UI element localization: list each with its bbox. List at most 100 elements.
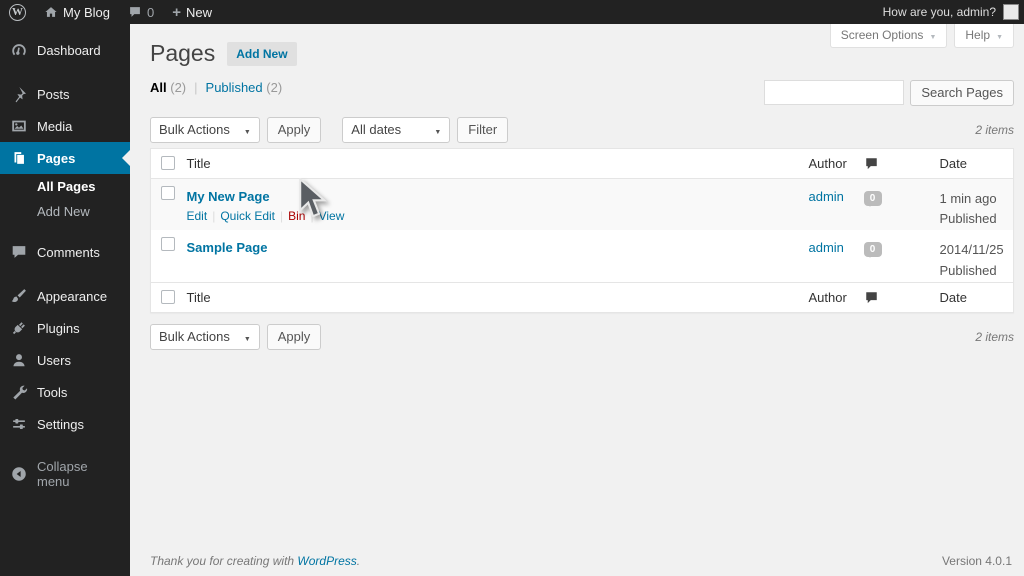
sidebar-subitem-all-pages[interactable]: All Pages [0,174,130,199]
quick-edit-link[interactable]: Quick Edit [220,209,275,223]
author-link[interactable]: admin [809,189,844,204]
column-header-author: Author [808,155,847,171]
version-label: Version 4.0.1 [941,554,1012,568]
screen-options-button[interactable]: Screen Options [829,24,948,48]
table-row: Sample Page admin 0 2014/11/25 Published [151,230,1014,282]
sidebar-item-label: Tools [37,384,68,400]
admin-bar-new[interactable]: New [163,0,221,24]
column-header-title: Title [186,155,211,171]
screen-options-label: Screen Options [840,28,924,42]
comment-bubble-icon [128,5,142,19]
plug-icon [10,319,28,337]
sidebar-item-label: Plugins [37,320,80,336]
footer-suffix: . [356,554,361,568]
items-count-bottom: 2 items [975,329,1014,344]
sidebar-item-label: Dashboard [37,42,101,58]
edit-link[interactable]: Edit [187,209,208,223]
bulk-actions-value: Bulk Actions [159,122,230,138]
admin-bar-comment-count: 0 [146,4,155,20]
help-label: Help [965,28,991,42]
sidebar-item-media[interactable]: Media [0,110,130,142]
select-all-checkbox[interactable] [161,155,175,170]
collapse-menu-button[interactable]: Collapse menu [0,452,130,496]
admin-sidebar: Dashboard Posts Media Pages All Pages Ad… [0,24,130,576]
page-title-link[interactable]: Sample Page [187,240,268,255]
row-checkbox[interactable] [161,237,175,252]
select-all-checkbox[interactable] [161,289,175,304]
admin-bar-comments[interactable]: 0 [119,0,163,24]
collapse-menu-label: Collapse menu [37,459,88,489]
chevron-down-icon [434,122,441,137]
column-header-date: Date [939,155,967,171]
view-filters: All (2) | Published (2) [150,80,282,95]
sidebar-item-users[interactable]: Users [0,344,130,376]
sidebar-item-label: Posts [37,86,70,102]
site-name-label: My Blog [63,4,110,20]
user-greeting[interactable]: How are you, admin? [883,5,996,19]
bin-link[interactable]: Bin [288,209,305,223]
table-row: My New Page Edit Quick Edit Bin View adm… [150,178,1014,231]
sidebar-item-pages[interactable]: Pages [0,142,130,174]
row-checkbox[interactable] [161,185,175,200]
footer-thanks-text: Thank you for creating with WordPress. [150,554,360,568]
page-title-link[interactable]: My New Page [187,189,270,204]
wordpress-logo-icon: W [9,3,26,21]
wp-logo-menu[interactable]: W [0,0,35,24]
chevron-down-icon [929,28,936,42]
sidebar-item-plugins[interactable]: Plugins [0,312,130,344]
comment-count-bubble[interactable]: 0 [863,242,882,259]
site-name-menu[interactable]: My Blog [35,0,119,24]
table-footer-row: Title Author Date [151,282,1014,312]
comment-count-bubble[interactable]: 0 [863,190,882,207]
admin-footer: Thank you for creating with WordPress. V… [150,554,1012,568]
avatar[interactable] [1003,4,1019,20]
settings-sliders-icon [10,415,28,433]
wrench-icon [10,383,28,401]
pages-icon [10,149,28,167]
search-input[interactable] [764,80,905,106]
author-link[interactable]: admin [809,240,844,255]
column-footer-title: Title [186,289,211,305]
action-separator [280,209,283,223]
column-footer-author: Author [808,289,847,305]
collapse-arrow-icon [10,465,28,483]
dashboard-icon [10,41,28,59]
row-actions: Edit Quick Edit Bin View [187,209,809,223]
filter-all-link[interactable]: All [150,80,167,95]
apply-button-bottom[interactable]: Apply [266,323,322,350]
add-new-button[interactable]: Add New [227,41,297,66]
sidebar-item-tools[interactable]: Tools [0,376,130,408]
pin-icon [10,85,28,103]
sidebar-item-label: Comments [37,244,100,260]
chevron-down-icon [244,122,251,137]
new-label: New [185,4,212,20]
filter-published-link[interactable]: Published [206,80,263,95]
bulk-actions-select[interactable]: Bulk Actions [150,116,260,143]
dates-filter-select[interactable]: All dates [342,116,451,143]
sidebar-item-label: Pages [37,150,76,166]
comments-icon [10,243,28,261]
help-button[interactable]: Help [954,24,1014,48]
search-pages-button[interactable]: Search Pages [910,79,1014,106]
view-link[interactable]: View [319,209,345,223]
sidebar-item-appearance[interactable]: Appearance [0,280,130,312]
filter-button[interactable]: Filter [457,116,509,143]
chevron-down-icon [996,28,1003,42]
paintbrush-icon [10,287,28,305]
sidebar-item-comments[interactable]: Comments [0,236,130,268]
bulk-actions-value: Bulk Actions [159,329,230,345]
footer-thanks-prefix: Thank you for creating with [150,554,295,568]
sidebar-item-label: Appearance [37,288,108,304]
page-title: Pages [150,40,216,66]
action-separator [212,209,215,223]
sidebar-item-settings[interactable]: Settings [0,408,130,440]
bulk-actions-select-bottom[interactable]: Bulk Actions [150,323,260,350]
sidebar-item-dashboard[interactable]: Dashboard [0,34,130,66]
sidebar-item-posts[interactable]: Posts [0,78,130,110]
wordpress-link[interactable]: WordPress [297,554,356,568]
apply-button[interactable]: Apply [266,116,322,143]
sidebar-subitem-add-new[interactable]: Add New [0,199,130,224]
sidebar-item-label: Users [37,352,71,368]
filter-all-count: (2) [170,79,187,95]
sidebar-item-label: Media [37,118,73,134]
